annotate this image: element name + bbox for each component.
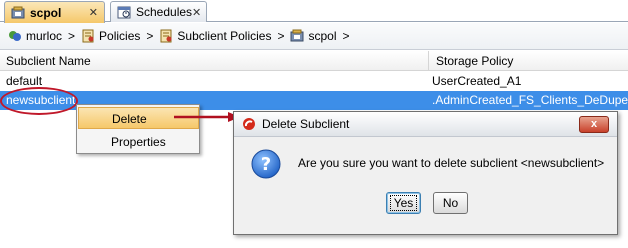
breadcrumb-separator: > bbox=[277, 29, 285, 43]
breadcrumb-separator: > bbox=[342, 29, 350, 43]
storage-policy-cell: .AdminCreated_FS_Clients_DeDupe bbox=[432, 93, 628, 107]
tab-label: scpol bbox=[30, 5, 62, 20]
breadcrumb-label: Policies bbox=[99, 29, 141, 43]
tab-strip: scpol ✕ Schedules ✕ bbox=[0, 0, 628, 23]
policy-icon bbox=[11, 6, 25, 20]
yes-button[interactable]: Yes bbox=[386, 192, 421, 214]
breadcrumb-item-subclient-policies[interactable]: Subclient Policies bbox=[159, 29, 271, 43]
breadcrumb-separator: > bbox=[68, 29, 76, 43]
policies-icon bbox=[81, 29, 95, 43]
breadcrumb: murloc > Policies > Subclient Policies >… bbox=[0, 23, 628, 50]
breadcrumb-separator: > bbox=[146, 29, 154, 43]
menu-item-properties[interactable]: Properties bbox=[78, 131, 199, 153]
close-icon[interactable]: x bbox=[579, 116, 609, 133]
no-button[interactable]: No bbox=[433, 192, 468, 214]
breadcrumb-item-murloc[interactable]: murloc bbox=[8, 29, 62, 43]
tab-schedules[interactable]: Schedules ✕ bbox=[110, 1, 207, 22]
svg-text:?: ? bbox=[261, 154, 271, 175]
breadcrumb-label: scpol bbox=[308, 29, 337, 43]
dialog-message: Are you sure you want to delete subclien… bbox=[298, 156, 605, 170]
breadcrumb-label: murloc bbox=[26, 29, 63, 43]
server-group-icon bbox=[8, 29, 22, 43]
breadcrumb-item-policies[interactable]: Policies bbox=[81, 29, 140, 43]
yes-button-label: Yes bbox=[389, 195, 418, 211]
tab-label: Schedules bbox=[136, 5, 193, 19]
close-icon[interactable]: ✕ bbox=[89, 6, 98, 19]
annotation-arrow-icon bbox=[174, 112, 240, 122]
tab-scpol[interactable]: scpol ✕ bbox=[4, 1, 105, 23]
annotation-highlight-oval bbox=[0, 87, 78, 115]
table-row[interactable]: default UserCreated_A1 bbox=[0, 72, 628, 91]
policy-icon bbox=[290, 29, 304, 43]
question-icon: ? bbox=[251, 149, 281, 179]
app-logo-icon bbox=[242, 117, 256, 131]
table-header: Subclient Name Storage Policy bbox=[0, 51, 628, 71]
breadcrumb-label: Subclient Policies bbox=[177, 29, 272, 43]
calendar-icon bbox=[117, 5, 131, 19]
column-header-subclient-name[interactable]: Subclient Name bbox=[0, 51, 429, 71]
delete-subclient-dialog: Delete Subclient x ? Are you sure you wa… bbox=[233, 111, 618, 235]
dialog-title: Delete Subclient bbox=[262, 117, 350, 131]
column-header-storage-policy[interactable]: Storage Policy bbox=[430, 51, 628, 71]
policies-icon bbox=[159, 29, 173, 43]
dialog-titlebar: Delete Subclient x bbox=[234, 112, 617, 137]
breadcrumb-item-scpol[interactable]: scpol bbox=[290, 29, 337, 43]
close-icon[interactable]: ✕ bbox=[192, 6, 201, 19]
storage-policy-cell: UserCreated_A1 bbox=[432, 74, 522, 88]
